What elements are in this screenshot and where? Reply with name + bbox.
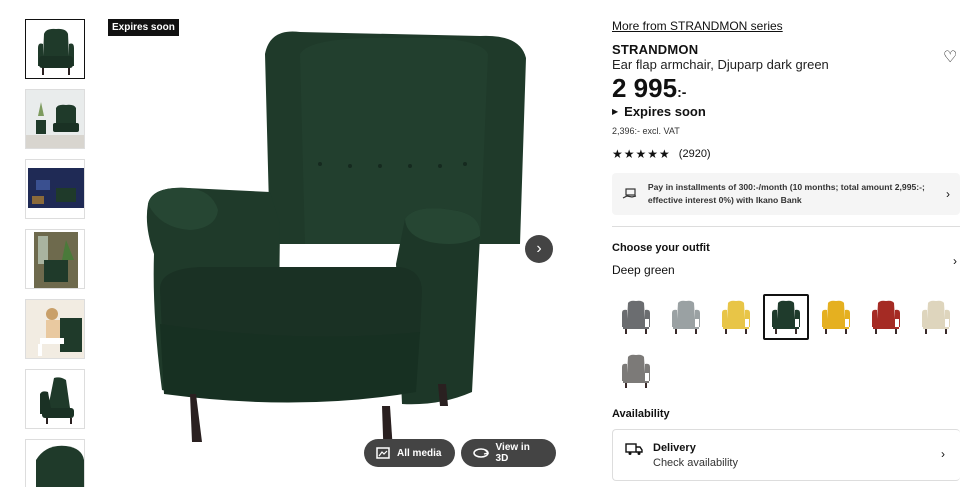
rating[interactable]: ★★★★★ (2920) xyxy=(612,147,711,161)
swatch-beige[interactable] xyxy=(913,294,959,340)
thumb-product-detail[interactable] xyxy=(25,439,85,487)
thumb-product-front[interactable] xyxy=(25,19,85,79)
expires-soon-badge: Expires soon xyxy=(108,19,179,36)
outfit-selected: Deep green xyxy=(612,263,675,277)
corner-scene-icon xyxy=(26,230,84,288)
chair-detail-icon xyxy=(26,440,84,487)
availability-title: Availability xyxy=(612,408,670,420)
person-sitting-icon xyxy=(26,300,84,358)
installments-banner[interactable]: Pay in installments of 300:-/month (10 m… xyxy=(612,173,960,215)
hand-payment-icon xyxy=(622,188,637,199)
price-excl-vat: 2,396:- excl. VAT xyxy=(612,126,680,136)
favorite-heart-icon[interactable]: ♡ xyxy=(943,47,957,67)
thumb-corner[interactable] xyxy=(25,229,85,289)
outfit-title: Choose your outfit xyxy=(612,242,710,254)
armchair-icon xyxy=(922,300,950,334)
armchair-icon xyxy=(872,300,900,334)
next-image-button[interactable]: › xyxy=(525,235,553,263)
swatch-light-grey-pattern[interactable] xyxy=(663,294,709,340)
armchair-icon xyxy=(822,300,850,334)
chevron-right-icon: › xyxy=(946,187,950,201)
all-media-button[interactable]: All media xyxy=(364,439,455,467)
thumbnail-list xyxy=(25,19,85,487)
dark-room-icon xyxy=(26,160,84,218)
truck-icon xyxy=(625,443,643,455)
thumb-person-sitting[interactable] xyxy=(25,299,85,359)
armchair-icon xyxy=(672,300,700,334)
room-scene-icon xyxy=(26,90,84,148)
view-in-3d-button[interactable]: View in 3D xyxy=(461,439,556,467)
armchair-icon xyxy=(622,354,650,388)
thumb-dark-room[interactable] xyxy=(25,159,85,219)
delivery-option[interactable]: Delivery Check availability › xyxy=(612,429,960,481)
all-media-label: All media xyxy=(397,447,442,459)
swatch-red[interactable] xyxy=(863,294,909,340)
outfit-chevron-right-icon[interactable]: › xyxy=(953,254,957,268)
product-main-image xyxy=(100,14,570,487)
delivery-title: Delivery xyxy=(653,442,696,454)
delivery-subtitle: Check availability xyxy=(653,457,738,469)
thumb-product-side[interactable] xyxy=(25,369,85,429)
swatch-deep-green[interactable] xyxy=(763,294,809,340)
rating-count: (2920) xyxy=(678,148,711,160)
product-description: Ear flap armchair, Djuparp dark green xyxy=(612,57,829,72)
view-in-3d-label: View in 3D xyxy=(495,442,530,464)
armchair-icon xyxy=(772,300,800,334)
armchair-icon xyxy=(622,300,650,334)
expires-soon-label: Expires soon xyxy=(624,104,706,119)
3d-rotate-icon xyxy=(473,448,489,458)
rating-stars-icon: ★★★★★ xyxy=(612,147,671,161)
product-price: 2 995:- xyxy=(612,73,686,104)
thumb-room-scene[interactable] xyxy=(25,89,85,149)
caret-right-icon: ▶ xyxy=(612,107,619,116)
swatch-grey[interactable] xyxy=(613,348,659,394)
chevron-right-icon: › xyxy=(941,447,945,461)
swatch-yellow-light[interactable] xyxy=(713,294,759,340)
divider xyxy=(612,226,960,227)
series-link[interactable]: More from STRANDMON series xyxy=(612,19,783,33)
gallery-icon xyxy=(376,447,390,459)
chair-thumb-icon xyxy=(26,20,84,78)
product-name: STRANDMON xyxy=(612,42,699,57)
swatch-yellow[interactable] xyxy=(813,294,859,340)
expires-soon-toggle[interactable]: ▶ Expires soon xyxy=(612,104,706,119)
swatch-dark-grey[interactable] xyxy=(613,294,659,340)
installments-text: Pay in installments of 300:-/month (10 m… xyxy=(647,182,925,205)
chevron-right-icon: › xyxy=(536,240,542,257)
price-suffix: :- xyxy=(677,84,687,100)
price-value: 2 995 xyxy=(612,73,678,103)
chair-side-icon xyxy=(26,370,84,428)
armchair-icon xyxy=(722,300,750,334)
